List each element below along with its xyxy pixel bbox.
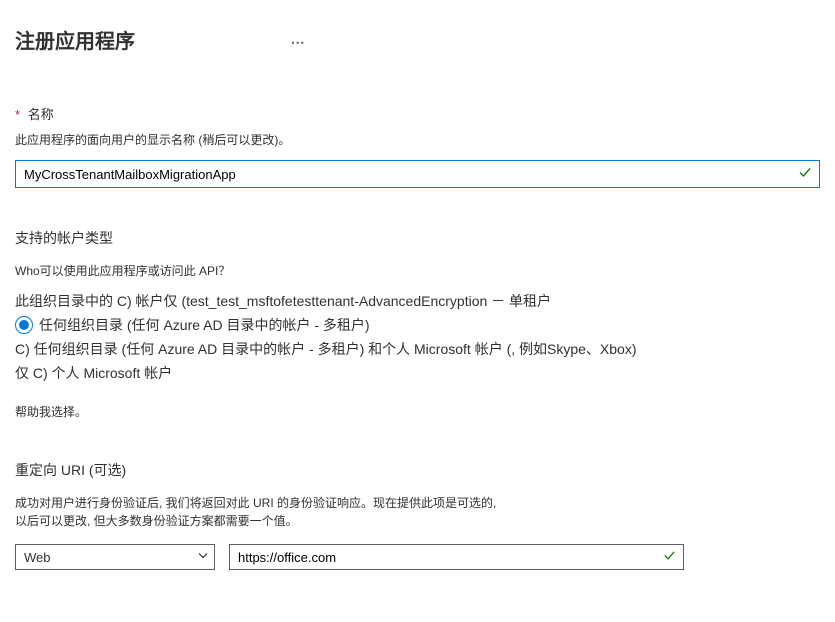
account-option-1-label: 任何组织目录 (任何 Azure AD 目录中的帐户 - 多租户) <box>39 313 370 337</box>
platform-select[interactable]: Web <box>15 544 215 570</box>
name-label-text: 名称 <box>28 107 54 122</box>
page-title-text: 注册应用程序 <box>15 31 135 53</box>
name-field-label: * 名称 <box>15 104 820 123</box>
account-option-multi-tenant-personal[interactable]: C) 任何组织目录 (任何 Azure AD 目录中的帐户 - 多租户) 和个人… <box>15 337 820 361</box>
account-option-0-label: 此组织目录中的 C) 帐户仅 (test_test_msftofetestten… <box>15 289 551 313</box>
redirect-uri-input[interactable] <box>229 544 684 570</box>
app-name-input[interactable] <box>15 160 820 188</box>
account-types-question: Who可以使用此应用程序或访问此 API？ <box>15 262 820 279</box>
account-option-multi-tenant[interactable]: 任何组织目录 (任何 Azure AD 目录中的帐户 - 多租户) <box>15 313 820 337</box>
redirect-uri-title: 重定向 URI (可选) <box>15 460 820 480</box>
platform-select-box: Web <box>15 544 215 570</box>
account-types-title: 支持的帐户类型 <box>15 228 820 248</box>
redirect-desc-line2: 以后可以更改, 但大多数身份验证方案都需要一个值。 <box>15 514 298 528</box>
redirect-uri-description: 成功对用户进行身份验证后, 我们将返回对此 URI 的身份验证响应。现在提供此项… <box>15 494 820 530</box>
platform-selected-value: Web <box>24 550 51 565</box>
name-field-description: 此应用程序的面向用户的显示名称 (稍后可以更改)。 <box>15 131 820 148</box>
account-option-single-tenant[interactable]: 此组织目录中的 C) 帐户仅 (test_test_msftofetestten… <box>15 289 820 313</box>
help-me-choose-link[interactable]: 帮助我选择。 <box>15 403 820 420</box>
account-option-3-label: 仅 C) 个人 Microsoft 帐户 <box>15 361 172 385</box>
name-input-wrapper <box>15 160 820 188</box>
redirect-desc-line1: 成功对用户进行身份验证后, 我们将返回对此 URI 的身份验证响应。现在提供此项… <box>15 496 496 510</box>
required-asterisk-icon: * <box>15 107 20 122</box>
redirect-uri-input-wrapper <box>229 544 684 570</box>
redirect-uri-row: Web <box>15 544 820 570</box>
account-types-radio-group: 此组织目录中的 C) 帐户仅 (test_test_msftofetestten… <box>15 289 820 385</box>
radio-icon <box>15 316 33 334</box>
page-title: 注册应用程序 ⋯ <box>15 25 820 54</box>
account-option-personal-only[interactable]: 仅 C) 个人 Microsoft 帐户 <box>15 361 820 385</box>
account-option-2-label: C) 任何组织目录 (任何 Azure AD 目录中的帐户 - 多租户) 和个人… <box>15 337 637 361</box>
more-menu-icon[interactable]: ⋯ <box>291 34 305 51</box>
